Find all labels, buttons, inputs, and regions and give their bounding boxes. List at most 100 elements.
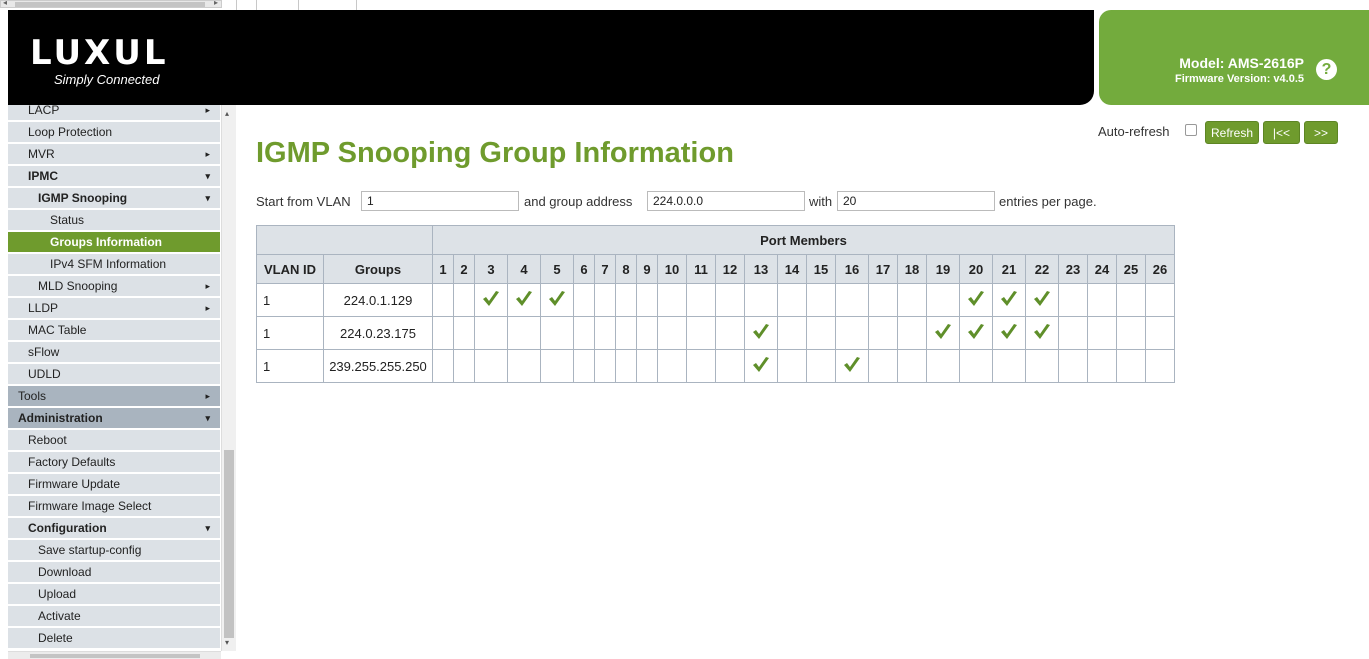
first-page-button[interactable]: |<< [1263, 121, 1300, 144]
entries-per-page-input[interactable]: 20 [837, 191, 995, 211]
vlan-id-cell: 1 [256, 316, 324, 350]
sidebar-item-mac-table[interactable]: MAC Table [8, 320, 220, 341]
sidebar-item-igmp-snooping[interactable]: IGMP Snooping ▾ [8, 188, 220, 209]
sidebar-item-label: Activate [38, 609, 81, 623]
sidebar-item-configuration[interactable]: Configuration ▾ [8, 518, 220, 539]
checkmark-icon [968, 290, 984, 306]
auto-refresh-checkbox[interactable] [1185, 124, 1197, 136]
sidebar-item-groups-information[interactable]: Groups Information [8, 232, 220, 253]
port-header: 22 [1025, 254, 1059, 284]
port-header: 13 [744, 254, 778, 284]
sidebar-item-mld-snooping[interactable]: MLD Snooping ▸ [8, 276, 220, 297]
port-member-cell [474, 283, 508, 317]
port-header: 24 [1087, 254, 1117, 284]
groups-table: Port Members VLAN ID Groups 1 2 3 4 5 6 7 8 9 10 1… [256, 225, 1175, 383]
top-frame-strip: ◂ ▸ [0, 0, 1369, 10]
sidebar-item-label: Groups Information [50, 235, 162, 249]
refresh-button[interactable]: Refresh [1205, 121, 1259, 144]
port-header: 5 [540, 254, 574, 284]
sidebar-item-delete[interactable]: Delete [8, 628, 220, 649]
port-member-cell [744, 349, 778, 383]
port-member-cell [636, 349, 658, 383]
chevron-down-icon: ▾ [205, 413, 210, 423]
sidebar-item-factory-defaults[interactable]: Factory Defaults [8, 452, 220, 473]
sidebar-item-firmware-update[interactable]: Firmware Update [8, 474, 220, 495]
sidebar-item-label: Tools [18, 389, 47, 403]
port-header: 20 [959, 254, 993, 284]
table-row: 1 239.255.255.250 [256, 349, 1175, 383]
table-header-row: VLAN ID Groups 1 2 3 4 5 6 7 8 9 10 11 12 13 14 15 16 17… [256, 254, 1175, 284]
model-info: Model: AMS-2616P Firmware Version: v4.0.… [1175, 55, 1304, 85]
port-member-cell [715, 316, 745, 350]
scroll-down-arrow-icon[interactable]: ▾ [225, 638, 229, 647]
port-member-cell [959, 349, 993, 383]
sidebar-item-mvr[interactable]: MVR ▸ [8, 144, 220, 165]
sidebar-item-loop-protection[interactable]: Loop Protection [8, 122, 220, 143]
entries-per-page-label: entries per page. [999, 194, 1097, 209]
help-icon[interactable]: ? [1316, 59, 1337, 80]
port-header: 7 [594, 254, 616, 284]
top-horizontal-scrollbar[interactable]: ◂ ▸ [0, 0, 222, 8]
sidebar-item-lldp[interactable]: LLDP ▸ [8, 298, 220, 319]
sidebar-item-firmware-image-select[interactable]: Firmware Image Select [8, 496, 220, 517]
port-member-cell [1145, 316, 1175, 350]
checkmark-icon [516, 290, 532, 306]
port-member-cell [615, 283, 637, 317]
group-address-cell: 224.0.23.175 [323, 316, 433, 350]
scrollbar-thumb[interactable] [30, 654, 200, 658]
sidebar-item-label: Reboot [28, 433, 67, 447]
sidebar-item-save-startup-config[interactable]: Save startup-config [8, 540, 220, 561]
sidebar-item-activate[interactable]: Activate [8, 606, 220, 627]
sidebar-item-ipv4-sfm-information[interactable]: IPv4 SFM Information [8, 254, 220, 275]
groups-header: Groups [323, 254, 433, 284]
port-member-cell [744, 316, 778, 350]
group-address-input[interactable]: 224.0.0.0 [647, 191, 805, 211]
port-header: 17 [868, 254, 898, 284]
sidebar-item-tools[interactable]: Tools ▸ [8, 386, 220, 407]
port-member-cell [1058, 316, 1088, 350]
sidebar-item-udld[interactable]: UDLD [8, 364, 220, 385]
scrollbar-thumb[interactable] [224, 450, 234, 638]
port-member-cell [777, 349, 807, 383]
port-member-cell [992, 283, 1026, 317]
sidebar-item-label: IPMC [28, 169, 58, 183]
port-member-cell [686, 316, 716, 350]
port-header: 16 [835, 254, 869, 284]
table-row: 1 224.0.23.175 [256, 316, 1175, 350]
sidebar-item-label: Status [50, 213, 85, 227]
port-member-cell [1116, 283, 1146, 317]
firmware-version: Firmware Version: v4.0.5 [1174, 73, 1304, 85]
vlan-id-cell: 1 [256, 349, 324, 383]
sidebar-item-sflow[interactable]: sFlow [8, 342, 220, 363]
port-member-cell [992, 316, 1026, 350]
next-page-button[interactable]: >> [1304, 121, 1338, 144]
sidebar-item-lacp[interactable]: LACP ▸ [8, 105, 220, 121]
port-member-cell [992, 349, 1026, 383]
frame-divider [256, 0, 257, 10]
port-header: 23 [1058, 254, 1088, 284]
port-member-cell [897, 283, 927, 317]
sidebar-item-administration[interactable]: Administration ▾ [8, 408, 220, 429]
port-member-cell [1087, 316, 1117, 350]
scroll-up-arrow-icon[interactable]: ▴ [225, 109, 229, 118]
sidebar-item-status[interactable]: Status [8, 210, 220, 231]
sidebar-item-label: UDLD [28, 367, 61, 381]
port-header: 18 [897, 254, 927, 284]
port-member-cell [432, 349, 454, 383]
scrollbar-thumb[interactable] [15, 2, 205, 7]
start-vlan-input[interactable]: 1 [361, 191, 519, 211]
port-member-cell [1025, 316, 1059, 350]
sidebar-horizontal-scrollbar[interactable] [8, 651, 221, 659]
scroll-left-arrow-icon[interactable]: ◂ [3, 0, 7, 7]
sidebar-vertical-scrollbar[interactable]: ▴ ▾ [221, 105, 236, 651]
sidebar-item-upload[interactable]: Upload [8, 584, 220, 605]
port-member-cell [432, 283, 454, 317]
scroll-right-arrow-icon[interactable]: ▸ [214, 0, 218, 7]
frame-divider [356, 0, 357, 10]
sidebar-item-ipmc[interactable]: IPMC ▾ [8, 166, 220, 187]
sidebar-item-reboot[interactable]: Reboot [8, 430, 220, 451]
sidebar-item-download[interactable]: Download [8, 562, 220, 583]
chevron-right-icon: ▸ [205, 281, 210, 291]
port-member-cell [615, 349, 637, 383]
header-bar: LUXUL Simply Connected [8, 10, 1094, 105]
